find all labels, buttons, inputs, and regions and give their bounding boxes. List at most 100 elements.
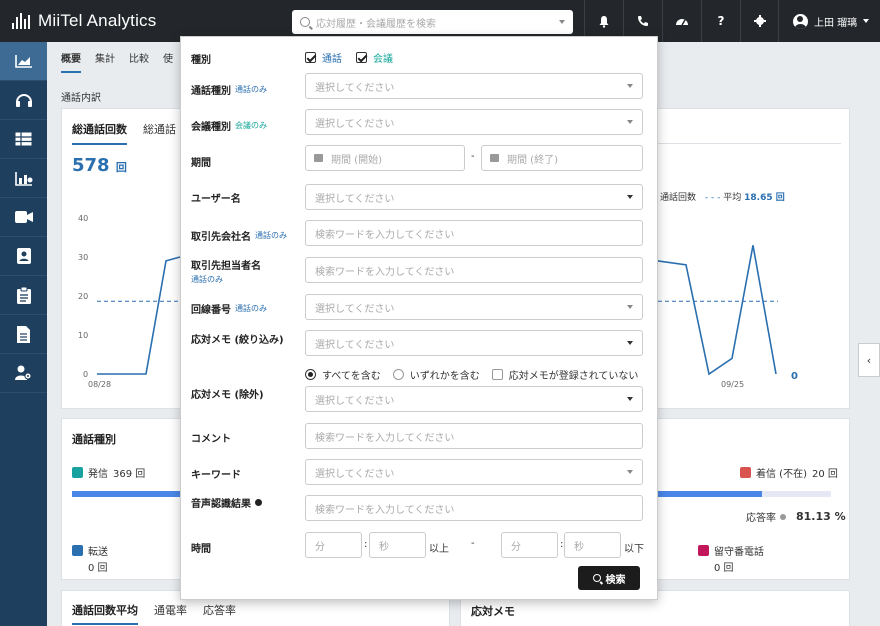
tab-answer-rate[interactable]: 応答率 [203, 602, 236, 625]
answer-rate-label: 応答率 [746, 513, 776, 524]
checkbox-call[interactable] [305, 52, 316, 63]
user-label: ユーザー名 [191, 194, 241, 205]
memo-title: 応対メモ [471, 605, 515, 618]
search-button[interactable]: 検索 [578, 566, 640, 590]
time-max-minutes-input[interactable]: 分 [501, 532, 558, 558]
select-placeholder: 選択してください [315, 193, 395, 205]
colon-2: : [560, 539, 564, 550]
memo-none-checkbox[interactable]: 応対メモが登録されていない [491, 367, 639, 382]
memo-all-label: すべてを含む [322, 371, 381, 382]
contact-label: 取引先担当者名 [191, 261, 261, 272]
transfer-count: 0 回 [88, 563, 108, 574]
transfer-stat: 転送 [72, 543, 108, 558]
chevron-down-icon [627, 305, 633, 309]
memo-exclude-row: 応対メモ (除外) [191, 386, 264, 401]
time-label: 時間 [191, 544, 211, 555]
period-start-input[interactable]: 期間 (開始) [305, 145, 465, 171]
keyword-placeholder: 検索ワードを入力してください [315, 266, 455, 278]
time-row: 時間 [191, 540, 211, 555]
meeting-only-hint: 会議のみ [235, 121, 267, 130]
time-max-seconds-input[interactable]: 秒 [564, 532, 621, 558]
kind-meeting-checkbox[interactable]: 会議 [356, 50, 393, 65]
comment-label: コメント [191, 434, 231, 445]
speech-row: 音声認識結果 [191, 495, 262, 510]
colon-1: : [364, 539, 368, 550]
second-placeholder: 秒 [574, 541, 584, 553]
period-end-input[interactable]: 期間 (終了) [481, 145, 643, 171]
company-input[interactable]: 検索ワードを入力してください [305, 220, 643, 246]
chevron-down-icon [627, 397, 633, 401]
call-type-select[interactable]: 選択してください [305, 73, 643, 99]
keyword-placeholder: 検索ワードを入力してください [315, 504, 455, 516]
time-min-seconds-input[interactable]: 秒 [369, 532, 426, 558]
tab-connect-rate[interactable]: 通電率 [154, 602, 187, 625]
memo-any-radio[interactable]: いずれかを含む [392, 367, 480, 382]
memo-any-label: いずれかを含む [409, 371, 480, 382]
checkbox-meeting[interactable] [356, 52, 367, 63]
series-line-left [97, 256, 181, 375]
answer-rate: 応答率 81.13 % [746, 509, 846, 524]
kind-call-label: 通話 [322, 54, 342, 65]
memo-mode-options: すべてを含む いずれかを含む 応対メモが登録されていない [305, 367, 638, 382]
kind-label: 種別 [191, 55, 211, 66]
missed-label: 着信 (不在) [756, 469, 807, 480]
select-placeholder: 選択してください [315, 339, 395, 351]
memo-include-row: 応対メモ (絞り込み) [191, 331, 284, 346]
company-row: 取引先会社名 通話のみ [191, 228, 287, 243]
info-icon [780, 513, 786, 520]
user-row: ユーザー名 [191, 190, 241, 205]
side-panel-toggle[interactable]: ‹ [858, 343, 880, 377]
voicemail-label: 留守番電話 [714, 547, 764, 558]
speech-label: 音声認識結果 [191, 499, 251, 510]
memo-include-label: 応対メモ (絞り込み) [191, 335, 284, 346]
outgoing-count: 369 回 [113, 469, 146, 480]
period-row: 期間 [191, 154, 211, 169]
legend-dash: - - - [704, 193, 721, 203]
radio-all[interactable] [305, 369, 316, 380]
keyword-select[interactable]: 選択してください [305, 459, 643, 485]
call-type-row: 通話種別 通話のみ [191, 82, 267, 97]
legend-series: 通話回数 [660, 193, 697, 203]
memo-exclude-select[interactable]: 選択してください [305, 386, 643, 412]
meeting-type-row: 会議種別 会議のみ [191, 118, 267, 133]
kind-row: 種別 [191, 51, 211, 66]
answer-rate-value: 81.13 % [796, 510, 846, 523]
series-line-right [657, 245, 777, 376]
calendar-icon [490, 154, 499, 162]
line-row: 回線番号 通話のみ [191, 301, 267, 316]
outgoing-stat: 発信 369 回 [72, 465, 145, 480]
user-select[interactable]: 選択してください [305, 184, 643, 210]
meeting-type-select[interactable]: 選択してください [305, 109, 643, 135]
call-only-hint: 通話のみ [235, 304, 267, 313]
kind-call-checkbox[interactable]: 通話 [305, 50, 342, 65]
comment-input[interactable]: 検索ワードを入力してください [305, 423, 643, 449]
info-icon[interactable] [255, 499, 262, 506]
time-min-minutes-input[interactable]: 分 [305, 532, 362, 558]
line-select[interactable]: 選択してください [305, 294, 643, 320]
call-only-hint: 通話のみ [255, 231, 287, 240]
radio-any[interactable] [392, 369, 404, 380]
speech-input[interactable]: 検索ワードを入力してください [305, 495, 643, 521]
memo-all-radio[interactable]: すべてを含む [305, 367, 381, 382]
line-label: 回線番号 [191, 305, 231, 316]
call-types-title: 通話種別 [72, 433, 116, 446]
contact-input[interactable]: 検索ワードを入力してください [305, 257, 643, 283]
memo-none-label: 応対メモが登録されていない [508, 371, 639, 382]
contact-row: 取引先担当者名 通話のみ [191, 257, 261, 285]
period-end-placeholder: 期間 (終了) [507, 154, 558, 166]
missed-bar [762, 491, 831, 497]
period-separator: - [471, 151, 475, 162]
company-label: 取引先会社名 [191, 232, 251, 243]
select-placeholder: 選択してください [315, 82, 395, 94]
select-placeholder: 選択してください [315, 118, 395, 130]
missed-icon [740, 467, 751, 478]
chart-end-value: 0 [791, 371, 798, 382]
or-less-label: 以下 [624, 544, 644, 555]
memo-include-select[interactable]: 選択してください [305, 330, 643, 356]
checkbox-none[interactable] [491, 369, 503, 380]
tab-average[interactable]: 通話回数平均 [72, 602, 138, 625]
call-only-hint: 通話のみ [191, 275, 223, 284]
comment-row: コメント [191, 430, 231, 445]
search-icon [592, 574, 601, 582]
keyword-placeholder: 検索ワードを入力してください [315, 432, 455, 444]
